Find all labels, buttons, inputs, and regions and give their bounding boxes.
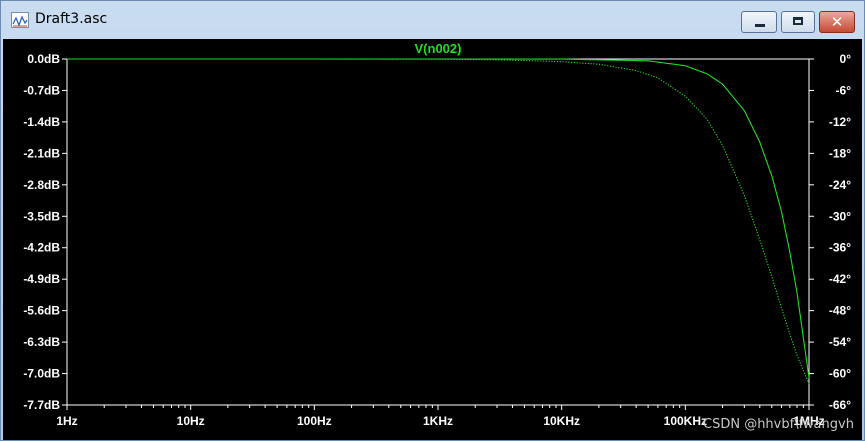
y-right-tick-label: -60° <box>829 367 851 381</box>
x-tick-label: 100KHz <box>664 414 707 428</box>
magnitude-trace <box>67 58 810 379</box>
maximize-button[interactable] <box>781 11 815 33</box>
x-tick-label: 10KHz <box>543 414 580 428</box>
minimize-icon <box>755 24 765 27</box>
waveform-icon <box>11 12 29 28</box>
y-right-tick-label: -54° <box>829 335 851 349</box>
close-icon: ✕ <box>830 13 844 31</box>
bode-plot[interactable]: V(n002)1Hz 10Hz 100Hz 1KHz 10KHz 100KHz 1MHz0.… <box>3 39 862 440</box>
y-left-tick-label: -7.7dB <box>23 398 60 412</box>
plot-area[interactable]: V(n002) 1Hz 10Hz 100Hz 1KHz 10KHz 100KHz 1MHz 0.… <box>3 39 862 440</box>
y-left-tick-label: -1.4dB <box>23 115 60 129</box>
y-left-tick-label: 0.0dB <box>27 52 60 66</box>
watermark: CSDN @hhvbf\fwangvh <box>703 417 854 432</box>
x-tick-label: 1Hz <box>56 414 77 428</box>
y-left-tick-label: -7.0dB <box>23 367 60 381</box>
minimize-button[interactable] <box>741 11 777 33</box>
y-right-tick-label: -66° <box>829 398 851 412</box>
y-right-tick-label: -24° <box>829 178 851 192</box>
y-right-tick-label: -36° <box>829 241 851 255</box>
phase-trace <box>67 58 810 385</box>
plot-frame <box>66 58 810 406</box>
y-left-tick-label: -3.5dB <box>23 209 60 223</box>
y-right-tick-label: -18° <box>829 146 851 160</box>
y-right-tick-label: -6° <box>836 83 852 97</box>
y-left-tick-label: -5.6dB <box>23 304 60 318</box>
x-tick-label: 10Hz <box>177 414 205 428</box>
close-button[interactable]: ✕ <box>819 11 855 33</box>
chart-title: V(n002) <box>415 41 462 56</box>
window-title: Draft3.asc <box>35 11 108 27</box>
title-bar[interactable]: Draft3.asc ✕ <box>1 1 864 39</box>
y-left-tick-label: -4.9dB <box>23 272 60 286</box>
y-right-tick-label: -30° <box>829 209 851 223</box>
y-right-tick-label: -48° <box>829 304 851 318</box>
y-right-tick-label: -12° <box>829 115 851 129</box>
maximize-icon <box>793 17 803 25</box>
y-left-tick-label: -4.2dB <box>23 241 60 255</box>
y-left-tick-label: -2.1dB <box>23 146 60 160</box>
y-left-tick-label: -2.8dB <box>23 178 60 192</box>
y-left-tick-label: -0.7dB <box>23 83 60 97</box>
y-right-tick-label: -42° <box>829 272 851 286</box>
y-left-tick-label: -6.3dB <box>23 335 60 349</box>
x-tick-label: 1KHz <box>423 414 453 428</box>
x-tick-label: 100Hz <box>297 414 332 428</box>
app-window: Draft3.asc ✕ V(n002) 1Hz 10Hz 100Hz 1KHz 10KH… <box>0 0 865 441</box>
y-right-tick-label: 0° <box>840 52 852 66</box>
